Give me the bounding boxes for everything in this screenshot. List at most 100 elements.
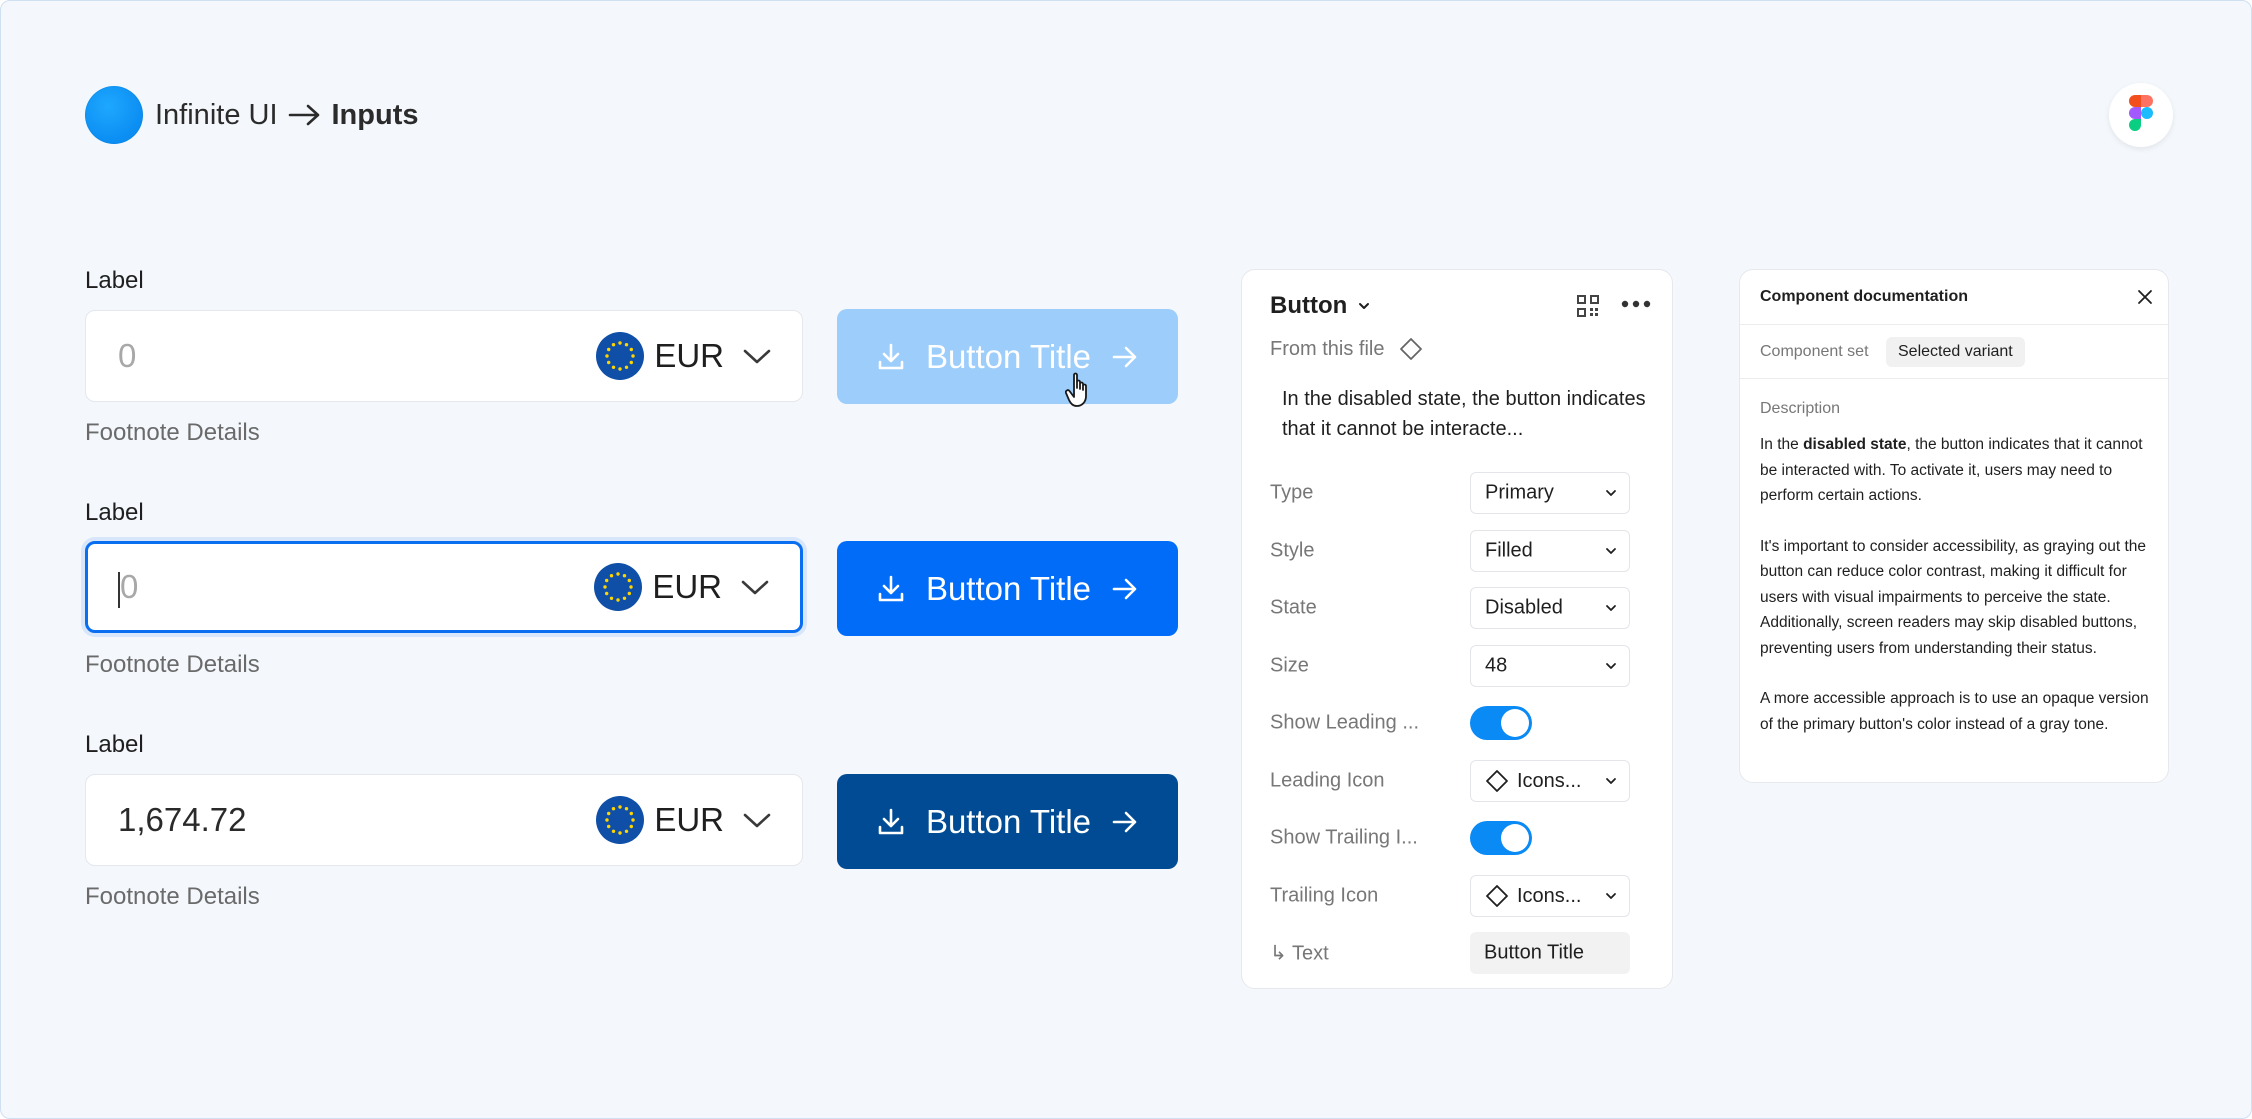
toggle-knob: [1501, 709, 1529, 737]
docs-text: In the: [1760, 436, 1804, 453]
currency-code: EUR: [654, 801, 724, 838]
more-icon[interactable]: [1620, 296, 1652, 314]
docs-tabs: Component set Selected variant: [1740, 324, 2168, 379]
breadcrumb: Infinite UI Inputs: [85, 86, 419, 144]
prop-row-show-leading: Show Leading ...: [1270, 702, 1660, 744]
arrow-right-icon: [1111, 576, 1139, 602]
docs-description: In the disabled state, the button indica…: [1760, 432, 2156, 762]
prop-row-size: Size 48: [1270, 645, 1660, 687]
docs-header: Component documentation: [1740, 270, 2168, 325]
button-disabled[interactable]: Button Title: [837, 309, 1178, 404]
button-label: Button Title: [925, 337, 1092, 375]
text-input-value: Button Title: [1484, 941, 1585, 964]
button-label: Button Title: [925, 569, 1092, 607]
field-label: Label: [85, 267, 144, 294]
chevron-down-icon: [742, 346, 772, 366]
figma-link-button[interactable]: [2109, 83, 2173, 147]
select-value: Primary: [1485, 482, 1554, 505]
cursor-hand-icon: [1064, 372, 1095, 415]
component-description: In the disabled state, the button indica…: [1282, 388, 1646, 440]
documentation-panel: Component documentation Component set Se…: [1739, 269, 2169, 783]
amount-input[interactable]: 0 EUR: [85, 310, 803, 402]
currency-select[interactable]: EUR: [594, 563, 770, 611]
page-title: Inputs: [331, 98, 419, 131]
amount-value: 0: [120, 568, 139, 605]
leading-icon-select[interactable]: Icons...: [1470, 760, 1630, 802]
tab-component-set[interactable]: Component set: [1748, 337, 1881, 367]
select-text: 48: [1485, 654, 1508, 677]
prop-label: Trailing Icon: [1270, 884, 1379, 907]
figma-icon: [2129, 94, 2153, 136]
logo-dot-icon: [85, 86, 143, 144]
prop-row-style: Style Filled: [1270, 530, 1660, 572]
prop-label: Show Trailing I...: [1270, 826, 1418, 849]
tab-selected-variant[interactable]: Selected variant: [1886, 337, 2025, 367]
component-diamond-icon: [1485, 884, 1509, 908]
chevron-down-icon: [1605, 892, 1617, 900]
amount-input-focused[interactable]: 0 EUR: [85, 541, 803, 633]
eu-flag-icon: [596, 332, 645, 380]
prop-label: Type: [1270, 481, 1314, 504]
docs-paragraph: In the disabled state, the button indica…: [1760, 432, 2156, 509]
arrow-right-icon: [1111, 344, 1139, 370]
currency-select[interactable]: EUR: [596, 796, 772, 844]
source-label: From this file: [1270, 337, 1385, 360]
currency-select[interactable]: EUR: [596, 332, 772, 380]
field-footnote: Footnote Details: [85, 419, 260, 446]
state-select[interactable]: Disabled: [1470, 587, 1630, 629]
toggle-knob: [1501, 824, 1529, 852]
show-trailing-toggle[interactable]: [1470, 821, 1532, 855]
grid-icon[interactable]: [1575, 293, 1601, 324]
prop-row-text: ↳ Text Button Title: [1270, 932, 1660, 974]
select-value: Icons...: [1485, 884, 1581, 908]
chevron-down-icon: [1357, 301, 1371, 311]
download-icon: [876, 807, 906, 837]
docs-bold-text: disabled state: [1803, 436, 1907, 453]
select-text: Disabled: [1485, 596, 1563, 619]
size-select[interactable]: 48: [1470, 645, 1630, 687]
docs-paragraph: A more accessible approach is to use an …: [1760, 690, 2149, 733]
field-footnote: Footnote Details: [85, 883, 260, 910]
prop-label: ↳ Text: [1270, 942, 1329, 965]
select-value: Icons...: [1485, 769, 1581, 793]
prop-label: State: [1270, 596, 1317, 619]
eu-flag-icon: [596, 796, 645, 844]
amount-input[interactable]: 1,674.72 EUR: [85, 774, 803, 866]
chevron-down-icon: [1605, 489, 1617, 497]
style-select[interactable]: Filled: [1470, 530, 1630, 572]
prop-row-type: Type Primary: [1270, 472, 1660, 514]
chevron-down-icon: [742, 810, 772, 830]
component-dropdown[interactable]: Button: [1270, 292, 1371, 320]
app-name: Infinite UI: [155, 98, 278, 131]
chevron-down-icon: [1605, 662, 1617, 670]
prop-row-show-trailing: Show Trailing I...: [1270, 817, 1660, 859]
select-value: 48: [1485, 655, 1507, 678]
chevron-down-icon: [740, 577, 770, 597]
properties-panel: Button From this file In the disabled st…: [1241, 269, 1673, 989]
component-diamond-icon: [1485, 769, 1509, 793]
prop-label: Show Leading ...: [1270, 711, 1419, 734]
button-primary[interactable]: Button Title: [837, 541, 1178, 636]
select-text: Icons...: [1517, 884, 1582, 907]
breadcrumb-text: Infinite UI Inputs: [155, 99, 419, 132]
type-select[interactable]: Primary: [1470, 472, 1630, 514]
show-leading-toggle[interactable]: [1470, 706, 1532, 740]
button-label: Button Title: [925, 802, 1092, 840]
select-text: Filled: [1485, 539, 1533, 562]
docs-title: Component documentation: [1760, 288, 1968, 305]
component-source: From this file: [1270, 336, 1424, 362]
prop-row-state: State Disabled: [1270, 587, 1660, 629]
component-diamond-icon: [1398, 336, 1424, 362]
chevron-down-icon: [1605, 777, 1617, 785]
docs-paragraph: It's important to consider accessibility…: [1760, 537, 2147, 657]
button-pressed[interactable]: Button Title: [837, 774, 1178, 869]
close-icon[interactable]: [2136, 288, 2154, 306]
currency-code: EUR: [654, 337, 724, 374]
trailing-icon-select[interactable]: Icons...: [1470, 875, 1630, 917]
amount-value: 0: [118, 337, 137, 374]
amount-value: 1,674.72: [118, 801, 247, 838]
button-text-input[interactable]: Button Title: [1470, 932, 1630, 974]
canvas-frame: Infinite UI Inputs Label 0 EUR Footnote …: [0, 0, 2252, 1119]
chevron-down-icon: [1605, 547, 1617, 555]
eu-flag-icon: [594, 563, 643, 611]
